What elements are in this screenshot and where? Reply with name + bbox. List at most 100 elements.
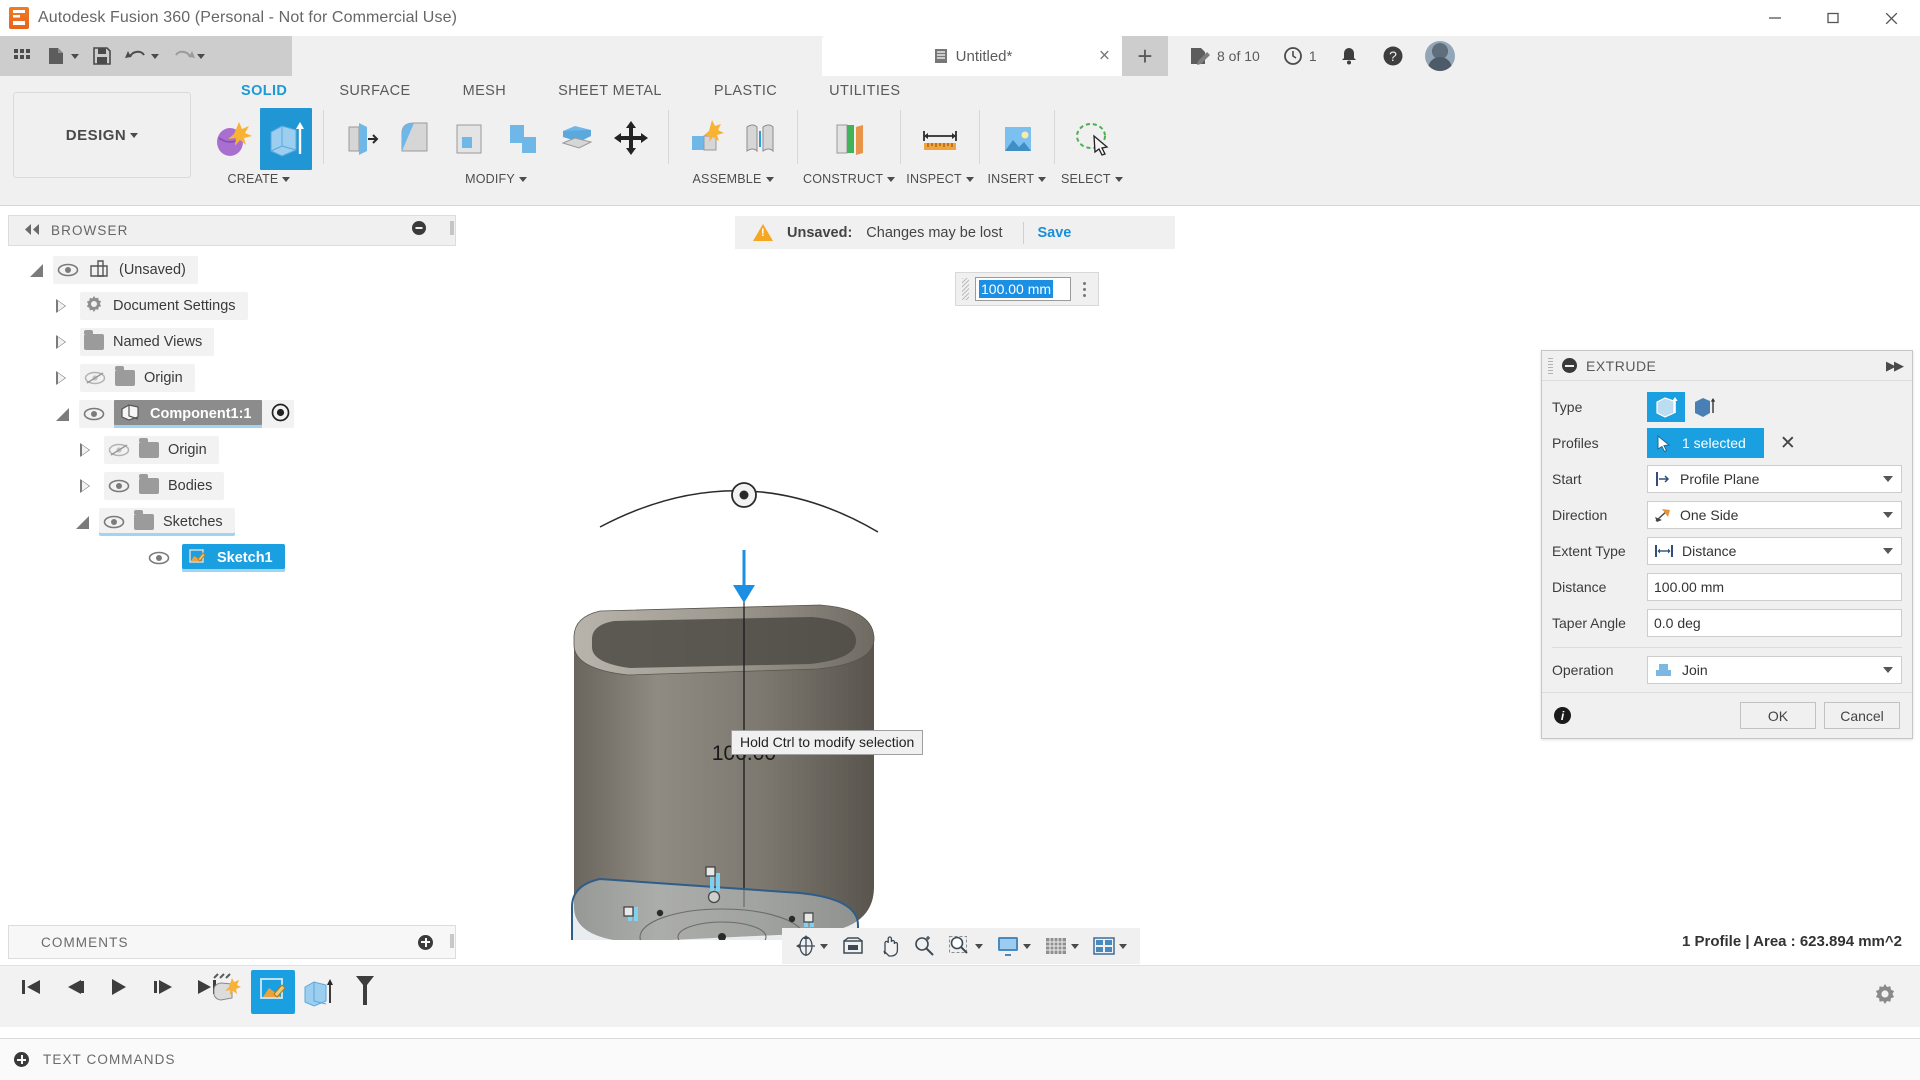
panel-label-create[interactable]: CREATE xyxy=(228,172,291,186)
distance-input[interactable]: 100.00 mm xyxy=(1647,573,1902,601)
pan-button[interactable] xyxy=(873,930,905,962)
type-solid-button[interactable] xyxy=(1647,392,1685,422)
panel-resize-handle[interactable] xyxy=(449,220,455,241)
display-settings-button[interactable] xyxy=(991,930,1036,962)
new-tab-button[interactable]: + xyxy=(1122,36,1168,76)
visibility-icon[interactable] xyxy=(57,263,79,277)
timeline-feature-sketch1[interactable] xyxy=(251,970,295,1014)
visibility-icon[interactable] xyxy=(103,515,125,529)
cancel-button[interactable]: Cancel xyxy=(1824,702,1900,729)
orbit-button[interactable] xyxy=(790,930,833,962)
go-to-beginning-button[interactable] xyxy=(18,974,44,1000)
visibility-icon[interactable] xyxy=(108,479,130,493)
expander-closed-icon[interactable] xyxy=(80,479,90,493)
expander-closed-icon[interactable] xyxy=(80,443,90,457)
tree-item-origin-document[interactable]: Origin xyxy=(8,360,456,396)
undo-button[interactable] xyxy=(120,39,164,73)
new-component-button[interactable] xyxy=(680,108,732,170)
expand-right-icon[interactable]: ▶▶ xyxy=(1886,358,1904,374)
expander-open-icon[interactable] xyxy=(76,515,89,529)
collapse-icon[interactable] xyxy=(1562,358,1577,373)
dimension-input-group[interactable]: 100.00 mm xyxy=(955,272,1099,306)
extrude-button[interactable] xyxy=(260,108,312,170)
look-at-button[interactable] xyxy=(836,930,870,962)
tree-item-origin-component[interactable]: Origin xyxy=(8,432,456,468)
drag-handle[interactable] xyxy=(962,278,969,300)
activate-component-icon[interactable] xyxy=(271,403,290,426)
redo-button[interactable] xyxy=(166,39,210,73)
timeline-feature-sketch-create[interactable] xyxy=(205,970,249,1014)
expander-closed-icon[interactable] xyxy=(56,299,66,313)
panel-resize-handle[interactable] xyxy=(449,933,455,952)
extrude-dialog-header[interactable]: EXTRUDE ▶▶ xyxy=(1542,351,1912,381)
text-commands-bar[interactable]: TEXT COMMANDS xyxy=(0,1038,1920,1080)
timeline-settings-icon[interactable] xyxy=(1872,982,1898,1013)
combine-button[interactable] xyxy=(497,108,549,170)
user-avatar[interactable] xyxy=(1424,41,1455,71)
press-pull-button[interactable] xyxy=(335,108,387,170)
close-button[interactable] xyxy=(1862,0,1920,36)
minimize-button[interactable] xyxy=(1746,0,1804,36)
select-tool-button[interactable] xyxy=(1066,108,1118,170)
visibility-icon[interactable] xyxy=(148,551,170,565)
document-tab-untitled[interactable]: Untitled* × xyxy=(822,36,1122,76)
ok-button[interactable]: OK xyxy=(1740,702,1816,729)
collapse-panel-icon[interactable] xyxy=(411,220,427,241)
ribbon-tab-mesh[interactable]: MESH xyxy=(437,80,533,102)
help-button[interactable]: ? xyxy=(1371,36,1415,76)
workspace-selector[interactable]: DESIGN xyxy=(13,92,191,178)
expander-closed-icon[interactable] xyxy=(56,335,66,349)
save-button[interactable] xyxy=(86,39,118,73)
extent-type-dropdown[interactable]: Distance xyxy=(1647,537,1902,565)
close-icon[interactable]: × xyxy=(1099,47,1110,66)
expander-open-icon[interactable] xyxy=(56,407,69,421)
measure-button[interactable] xyxy=(914,108,966,170)
joint-button[interactable] xyxy=(734,108,786,170)
zoom-window-button[interactable] xyxy=(943,930,988,962)
offset-face-button[interactable] xyxy=(551,108,603,170)
visibility-hidden-icon[interactable] xyxy=(84,371,106,385)
ribbon-tab-sheet-metal[interactable]: SHEET METAL xyxy=(532,80,688,102)
play-button[interactable] xyxy=(106,974,132,1000)
shell-button[interactable] xyxy=(443,108,495,170)
ribbon-tab-utilities[interactable]: UTILITIES xyxy=(803,80,926,102)
add-comment-icon[interactable] xyxy=(418,934,433,950)
tree-item-sketches[interactable]: Sketches xyxy=(8,504,456,540)
start-dropdown[interactable]: Profile Plane xyxy=(1647,465,1902,493)
ribbon-tab-solid[interactable]: SOLID xyxy=(215,80,313,102)
dimension-input[interactable]: 100.00 mm xyxy=(975,277,1071,301)
step-forward-button[interactable] xyxy=(150,974,176,1000)
ribbon-tab-surface[interactable]: SURFACE xyxy=(313,80,436,102)
ribbon-tab-plastic[interactable]: PLASTIC xyxy=(688,80,803,102)
visibility-hidden-icon[interactable] xyxy=(108,443,130,457)
fillet-button[interactable] xyxy=(389,108,441,170)
operation-dropdown[interactable]: Join xyxy=(1647,656,1902,684)
timeline-filter-icon[interactable] xyxy=(343,970,387,1014)
move-copy-button[interactable] xyxy=(605,108,657,170)
step-back-button[interactable] xyxy=(62,974,88,1000)
panel-label-modify[interactable]: MODIFY xyxy=(465,172,527,186)
collapse-left-icon[interactable] xyxy=(23,222,41,240)
viewports-button[interactable] xyxy=(1087,930,1132,962)
direction-dropdown[interactable]: One Side xyxy=(1647,501,1902,529)
clear-profiles-icon[interactable]: ✕ xyxy=(1780,434,1796,453)
more-options-icon[interactable] xyxy=(1077,281,1092,297)
panel-label-assemble[interactable]: ASSEMBLE xyxy=(693,172,774,186)
comments-panel[interactable]: COMMENTS xyxy=(8,925,456,959)
profiles-select-button[interactable]: 1 selected xyxy=(1647,428,1764,458)
insert-image-button[interactable] xyxy=(991,108,1043,170)
taper-angle-input[interactable]: 0.0 deg xyxy=(1647,609,1902,637)
tree-item-named-views[interactable]: Named Views xyxy=(8,324,456,360)
tree-item-sketch1[interactable]: Sketch1 xyxy=(8,540,456,576)
panel-label-select[interactable]: SELECT xyxy=(1061,172,1123,186)
expander-open-icon[interactable] xyxy=(30,263,43,277)
tree-item-component1[interactable]: Component1:1 xyxy=(8,396,456,432)
panel-label-inspect[interactable]: INSPECT xyxy=(906,172,974,186)
add-command-icon[interactable] xyxy=(14,1052,29,1067)
zoom-button[interactable] xyxy=(908,930,940,962)
panel-label-insert[interactable]: INSERT xyxy=(987,172,1047,186)
maximize-button[interactable] xyxy=(1804,0,1862,36)
grid-snaps-button[interactable] xyxy=(1039,930,1084,962)
timeline-feature-extrude[interactable] xyxy=(297,970,341,1014)
offset-plane-button[interactable] xyxy=(823,108,875,170)
